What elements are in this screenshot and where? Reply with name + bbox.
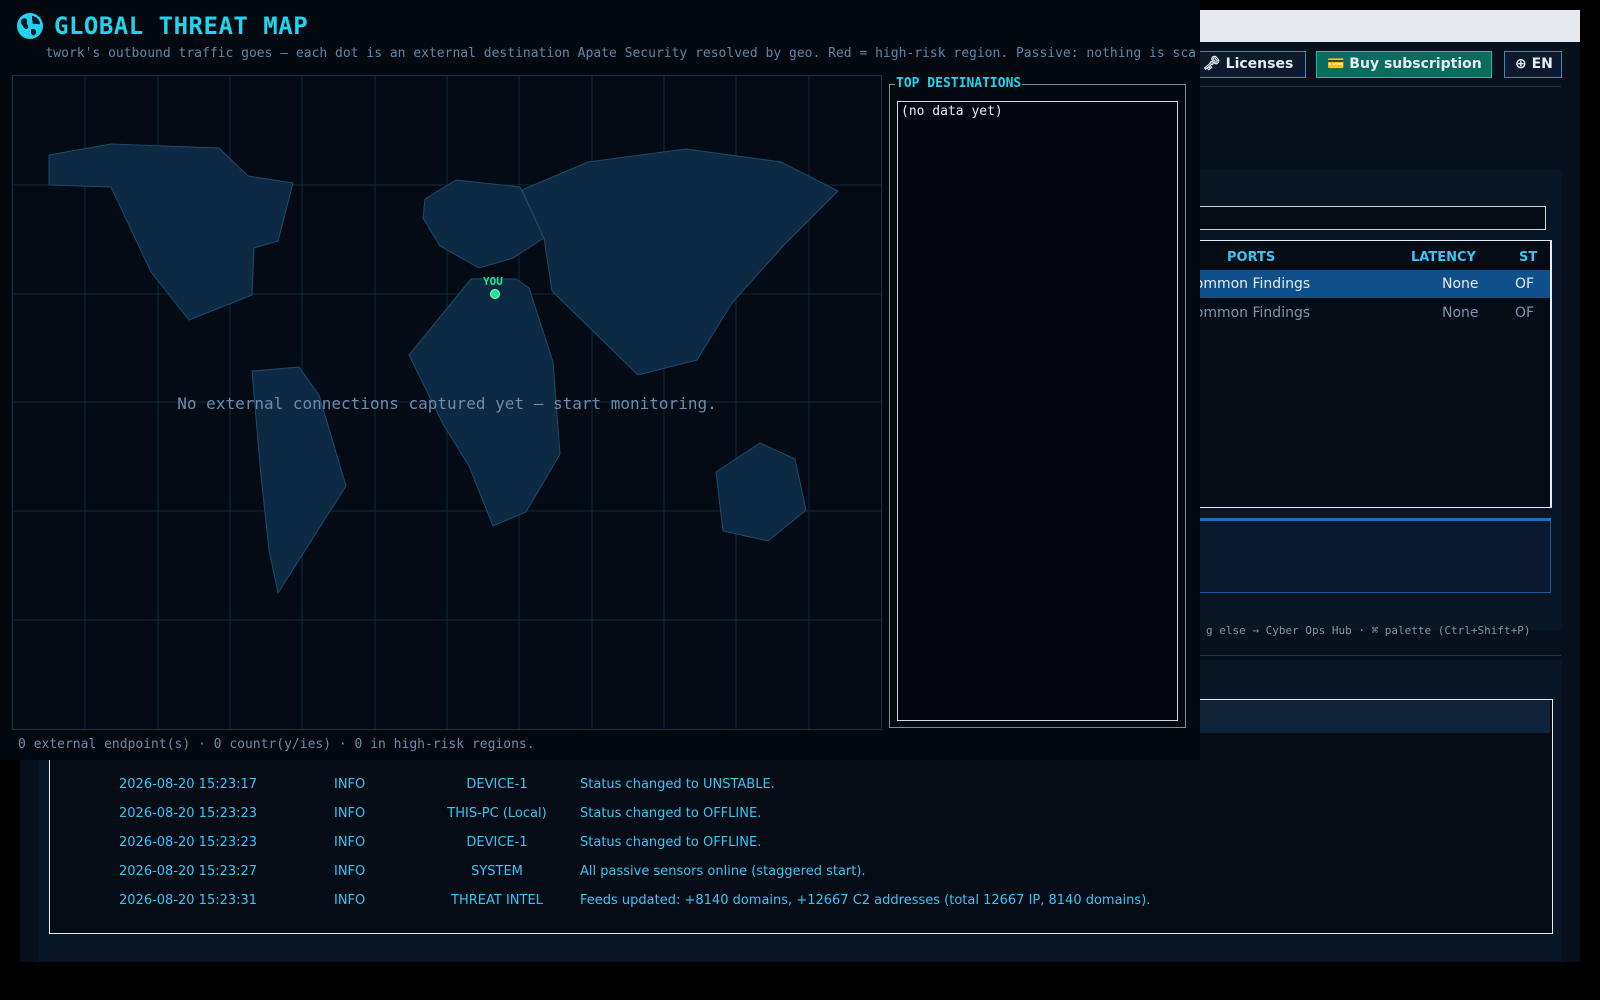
world-map[interactable]: YOU No external connections captured yet… bbox=[12, 75, 882, 730]
log-row[interactable]: 2026-08-20 15:23:31 INFO THREAT INTEL Fe… bbox=[50, 893, 1230, 917]
log-message: Status changed to UNSTABLE. bbox=[580, 777, 775, 792]
licenses-button[interactable]: 🗝 Licenses bbox=[1192, 51, 1306, 78]
language-button[interactable]: ⊕ EN bbox=[1504, 51, 1562, 78]
page-title: GLOBAL THREAT MAP bbox=[16, 11, 308, 41]
empty-map-message: No external connections captured yet — s… bbox=[177, 394, 717, 413]
log-time: 2026-08-20 15:23:27 bbox=[119, 864, 258, 879]
log-row[interactable]: 2026-08-20 15:23:17 INFO DEVICE-1 Status… bbox=[50, 777, 1230, 801]
cell-latency: None bbox=[1442, 276, 1479, 292]
threat-map-window: GLOBAL THREAT MAP twork's outbound traff… bbox=[0, 0, 1200, 760]
table-row[interactable]: Common Findings None OF bbox=[1190, 270, 1550, 298]
log-source: DEVICE-1 bbox=[466, 777, 528, 792]
log-row[interactable]: 2026-08-20 15:23:23 INFO DEVICE-1 Status… bbox=[50, 835, 1230, 859]
top-destinations-panel: TOP DESTINATIONS (no data yet) bbox=[889, 76, 1186, 728]
log-source: SYSTEM bbox=[471, 864, 523, 879]
shortcut-hint: g else → Cyber Ops Hub · ⌘ palette (Ctrl… bbox=[1206, 624, 1531, 637]
continent-asia bbox=[521, 148, 839, 376]
buy-subscription-button[interactable]: 💳 Buy subscription bbox=[1316, 51, 1492, 78]
log-row[interactable]: 2026-08-20 15:23:27 INFO SYSTEM All pass… bbox=[50, 864, 1230, 888]
log-source: THREAT INTEL bbox=[451, 893, 543, 908]
log-time: 2026-08-20 15:23:23 bbox=[119, 835, 258, 850]
map-subtitle: twork's outbound traffic goes — each dot… bbox=[16, 46, 1196, 64]
table-row[interactable]: Common Findings None OF bbox=[1190, 299, 1550, 327]
section-divider bbox=[1195, 655, 1561, 656]
cell-latency: None bbox=[1442, 305, 1479, 321]
log-time: 2026-08-20 15:23:17 bbox=[119, 777, 258, 792]
log-level: INFO bbox=[334, 777, 366, 792]
details-box bbox=[1190, 518, 1551, 593]
log-time: 2026-08-20 15:23:23 bbox=[119, 806, 258, 821]
top-destinations-empty: (no data yet) bbox=[901, 104, 1003, 119]
cell-status: OF bbox=[1515, 305, 1535, 321]
you-label: YOU bbox=[483, 275, 503, 288]
devices-filter-input[interactable] bbox=[1190, 206, 1546, 230]
top-destinations-title: TOP DESTINATIONS bbox=[895, 76, 1023, 91]
map-subtitle-text: twork's outbound traffic goes — each dot… bbox=[45, 46, 1196, 61]
cell-ports: Common Findings bbox=[1190, 276, 1311, 292]
column-header-latency[interactable]: LATENCY bbox=[1411, 250, 1476, 265]
map-title: GLOBAL THREAT MAP bbox=[54, 12, 309, 40]
column-header-status[interactable]: ST bbox=[1519, 250, 1537, 265]
log-message: All passive sensors online (staggered st… bbox=[580, 864, 866, 879]
log-message: Feeds updated: +8140 domains, +12667 C2 … bbox=[580, 893, 1151, 908]
map-status: 0 external endpoint(s) · 0 countr(y/ies)… bbox=[18, 737, 535, 752]
cell-status: OF bbox=[1515, 276, 1535, 292]
log-source: DEVICE-1 bbox=[466, 835, 528, 850]
devices-table: PORTS LATENCY ST Common Findings None OF… bbox=[1190, 240, 1552, 508]
globe-icon bbox=[17, 13, 43, 39]
log-time: 2026-08-20 15:23:31 bbox=[119, 893, 258, 908]
continent-australia bbox=[715, 442, 807, 542]
background-search-bar[interactable] bbox=[1200, 10, 1580, 42]
event-log-header bbox=[1190, 700, 1550, 733]
you-marker[interactable] bbox=[490, 289, 500, 299]
log-source: THIS-PC (Local) bbox=[447, 806, 547, 821]
log-row[interactable]: 2026-08-20 15:23:23 INFO THIS-PC (Local)… bbox=[50, 806, 1230, 830]
log-level: INFO bbox=[334, 806, 366, 821]
header-divider bbox=[1195, 86, 1561, 87]
log-message: Status changed to OFFLINE. bbox=[580, 806, 762, 821]
cell-ports: Common Findings bbox=[1190, 305, 1311, 321]
log-level: INFO bbox=[334, 893, 366, 908]
log-level: INFO bbox=[334, 864, 366, 879]
top-destinations-list[interactable]: (no data yet) bbox=[897, 101, 1178, 721]
column-header-ports[interactable]: PORTS bbox=[1227, 250, 1275, 265]
log-message: Status changed to OFFLINE. bbox=[580, 835, 762, 850]
log-level: INFO bbox=[334, 835, 366, 850]
